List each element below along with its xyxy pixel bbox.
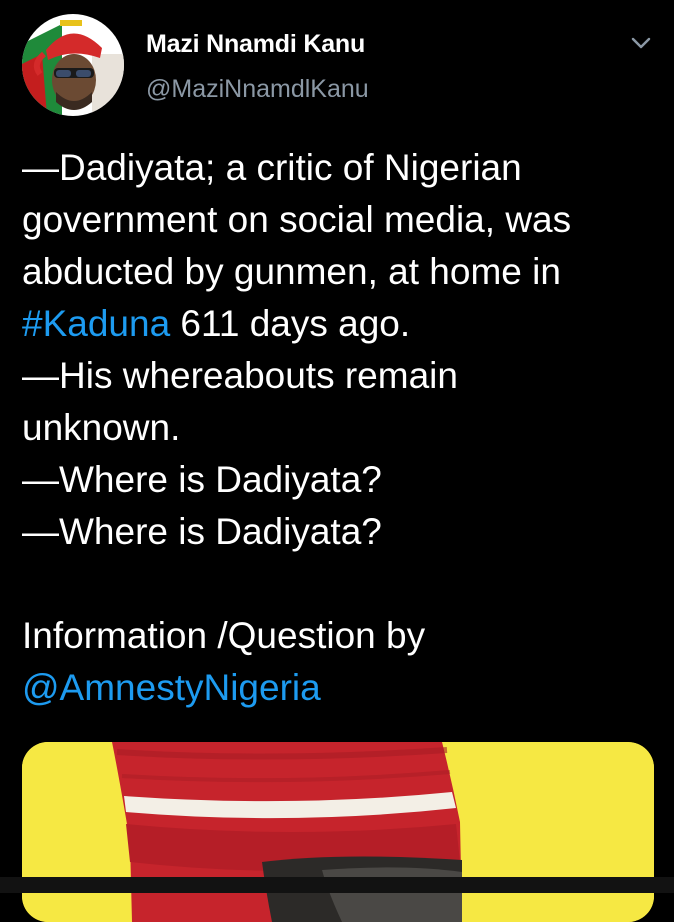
tweet-line: —Where is Dadiyata?	[22, 459, 382, 500]
tweet-line: #Kaduna 611 days ago.	[22, 298, 662, 350]
tweet-menu-button[interactable]	[626, 30, 656, 56]
tweet-line: government on social media, was	[22, 199, 572, 240]
fez-illustration-icon	[22, 742, 654, 922]
tweet-line: Information /Question by	[22, 615, 426, 656]
tweet-line: —Where is Dadiyata?	[22, 511, 382, 552]
tweet-media-image[interactable]	[22, 742, 654, 922]
tweet-line: —His whereabouts remain	[22, 355, 458, 396]
tweet-line: @AmnestyNigeria	[22, 662, 662, 714]
tweet-line: abducted by gunmen, at home in	[22, 251, 561, 292]
tweet-body: —Dadiyata; a critic of Nigerian governme…	[22, 142, 662, 714]
mention-link[interactable]: @AmnestyNigeria	[22, 667, 321, 708]
tweet[interactable]: Mazi Nnamdi Kanu @MaziNnamdlKanu —Dadiya…	[0, 0, 674, 922]
avatar[interactable]	[22, 14, 124, 116]
chevron-down-icon	[631, 37, 651, 49]
tweet-line-text: 611 days ago.	[170, 303, 411, 344]
tweet-line: —Dadiyata; a critic of Nigerian	[22, 147, 522, 188]
profile-photo-icon	[22, 14, 124, 116]
author-handle[interactable]: @MaziNnamdlKanu	[146, 75, 369, 104]
author-display-name[interactable]: Mazi Nnamdi Kanu	[146, 30, 365, 59]
bottom-bar	[0, 877, 674, 893]
hashtag-link[interactable]: #Kaduna	[22, 303, 170, 344]
tweet-line: unknown.	[22, 407, 181, 448]
